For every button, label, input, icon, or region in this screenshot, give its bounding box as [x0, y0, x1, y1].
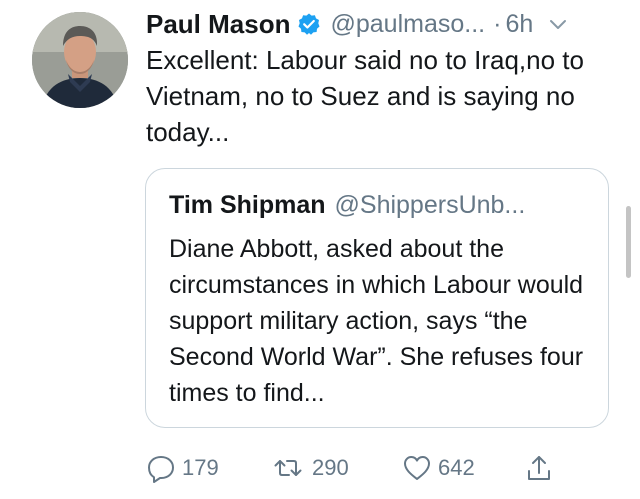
like-count: 642: [438, 455, 475, 480]
tweet-text: Excellent: Labour said no to Iraq,no to …: [146, 45, 584, 147]
timestamp[interactable]: 6h: [505, 10, 533, 39]
scrollbar[interactable]: [626, 206, 631, 278]
tweet-actions: 179 290 642: [146, 450, 566, 486]
retweet-icon: [270, 453, 306, 483]
quoted-author-name: Tim Shipman: [169, 191, 326, 219]
retweet-button[interactable]: 290: [270, 450, 349, 486]
separator-dot: ·: [493, 9, 502, 38]
quoted-tweet-header: Tim Shipman @ShippersUnb...: [169, 191, 525, 220]
quoted-tweet[interactable]: Tim Shipman @ShippersUnb... Diane Abbott…: [145, 168, 609, 428]
tweet-header: Paul Mason @paulmaso... · 6h: [146, 6, 626, 42]
author-handle[interactable]: @paulmaso...: [330, 10, 485, 39]
author-name[interactable]: Paul Mason: [146, 9, 290, 40]
retweet-count: 290: [312, 455, 349, 480]
quoted-tweet-text: Diane Abbott, asked about the circumstan…: [169, 235, 584, 407]
avatar[interactable]: [32, 12, 128, 108]
reply-button[interactable]: 179: [146, 450, 219, 486]
chevron-down-icon[interactable]: [547, 13, 569, 35]
reply-count: 179: [182, 455, 219, 480]
share-button[interactable]: [524, 450, 554, 486]
reply-icon: [146, 453, 176, 483]
like-button[interactable]: 642: [402, 450, 475, 486]
heart-icon: [402, 453, 432, 483]
verified-badge-icon: [297, 12, 321, 36]
quoted-author-handle: @ShippersUnb...: [334, 191, 526, 219]
avatar-photo: [32, 12, 128, 108]
share-icon: [524, 453, 554, 483]
